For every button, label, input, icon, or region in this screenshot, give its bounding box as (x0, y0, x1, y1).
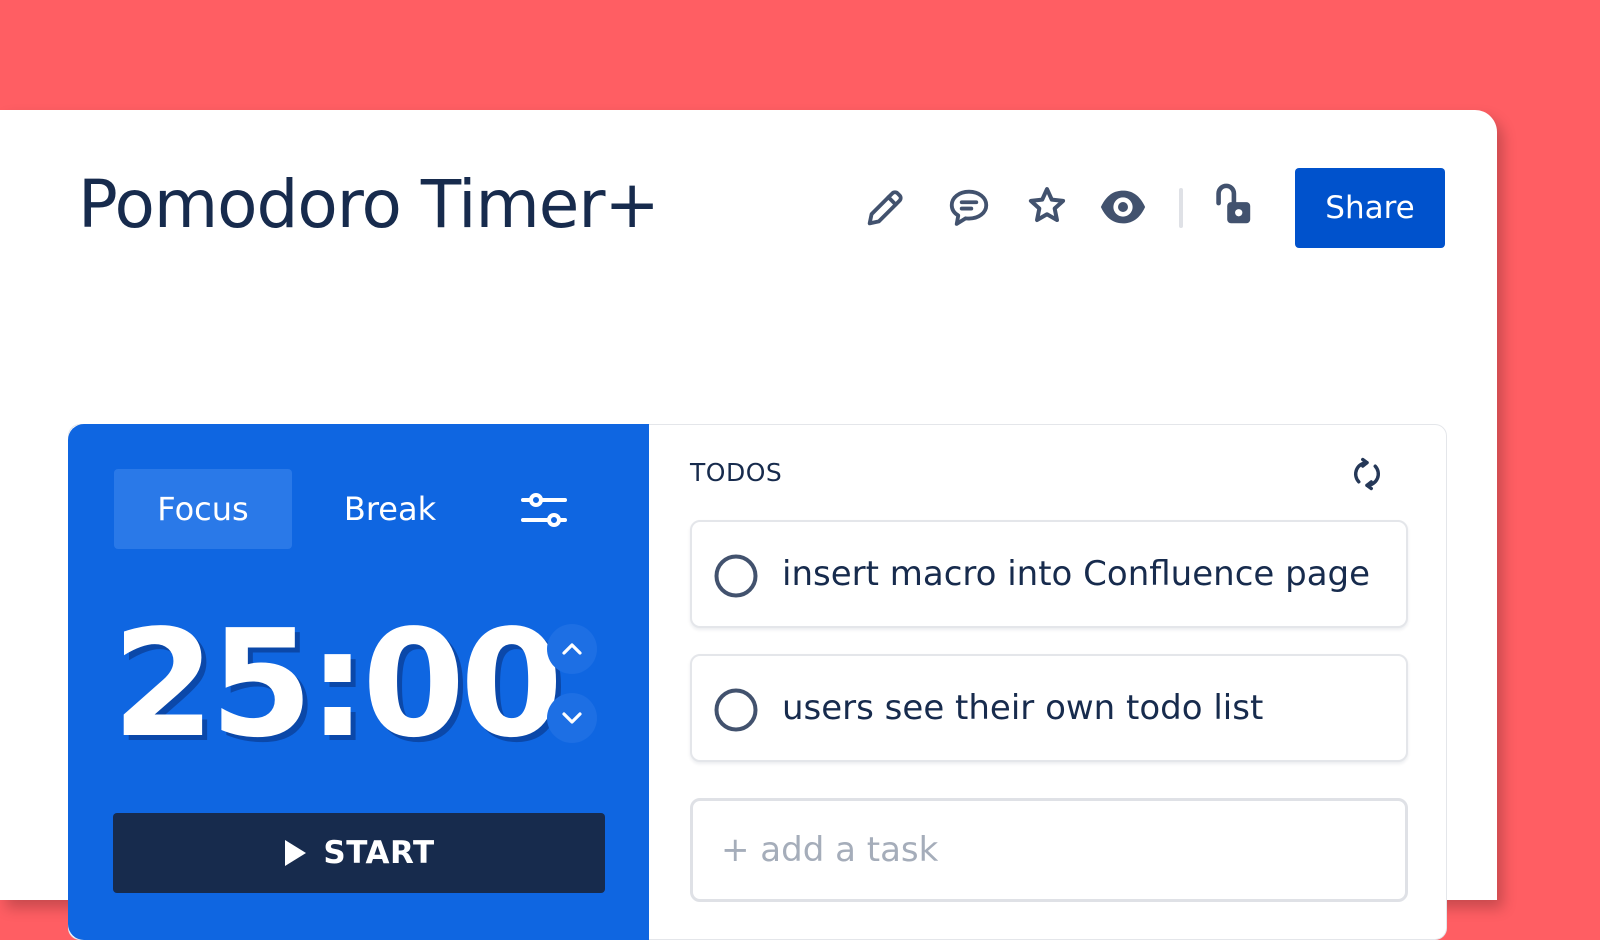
decrease-time-button[interactable] (547, 693, 597, 743)
page-title: Pomodoro Timer+ (78, 166, 660, 243)
start-label: START (323, 835, 435, 871)
star-icon[interactable] (1022, 181, 1072, 231)
toolbar-divider (1179, 188, 1183, 228)
play-icon (285, 840, 307, 866)
todo-item: insert macro into Confluence page (690, 520, 1408, 628)
refresh-icon[interactable] (1346, 453, 1388, 495)
tab-focus[interactable]: Focus (114, 469, 292, 549)
todo-checkbox[interactable] (713, 687, 759, 733)
add-task-input[interactable] (690, 798, 1408, 902)
watch-icon[interactable] (1098, 182, 1148, 232)
edit-icon[interactable] (860, 183, 910, 233)
settings-sliders-icon[interactable] (518, 484, 570, 536)
todo-text[interactable]: insert macro into Confluence page (782, 522, 1370, 626)
tab-break[interactable]: Break (300, 469, 480, 549)
unlocked-icon[interactable] (1207, 181, 1257, 231)
timer-panel: Focus Break 25:00 START (68, 424, 649, 940)
chevron-up-icon (562, 643, 582, 655)
todo-text[interactable]: users see their own todo list (782, 656, 1263, 760)
chevron-down-icon (562, 712, 582, 724)
comment-icon[interactable] (944, 183, 994, 233)
todo-checkbox[interactable] (713, 553, 759, 599)
share-button[interactable]: Share (1295, 168, 1445, 248)
increase-time-button[interactable] (547, 624, 597, 674)
timer-display: 25:00 (112, 598, 563, 770)
pomodoro-macro: Focus Break 25:00 START TODOS insert mac… (68, 424, 1447, 940)
todos-header: TODOS (690, 458, 783, 487)
start-button[interactable]: START (113, 813, 605, 893)
page-card: Pomodoro Timer+ Share Focus Break 25:00 … (0, 110, 1497, 940)
todo-item: users see their own todo list (690, 654, 1408, 762)
